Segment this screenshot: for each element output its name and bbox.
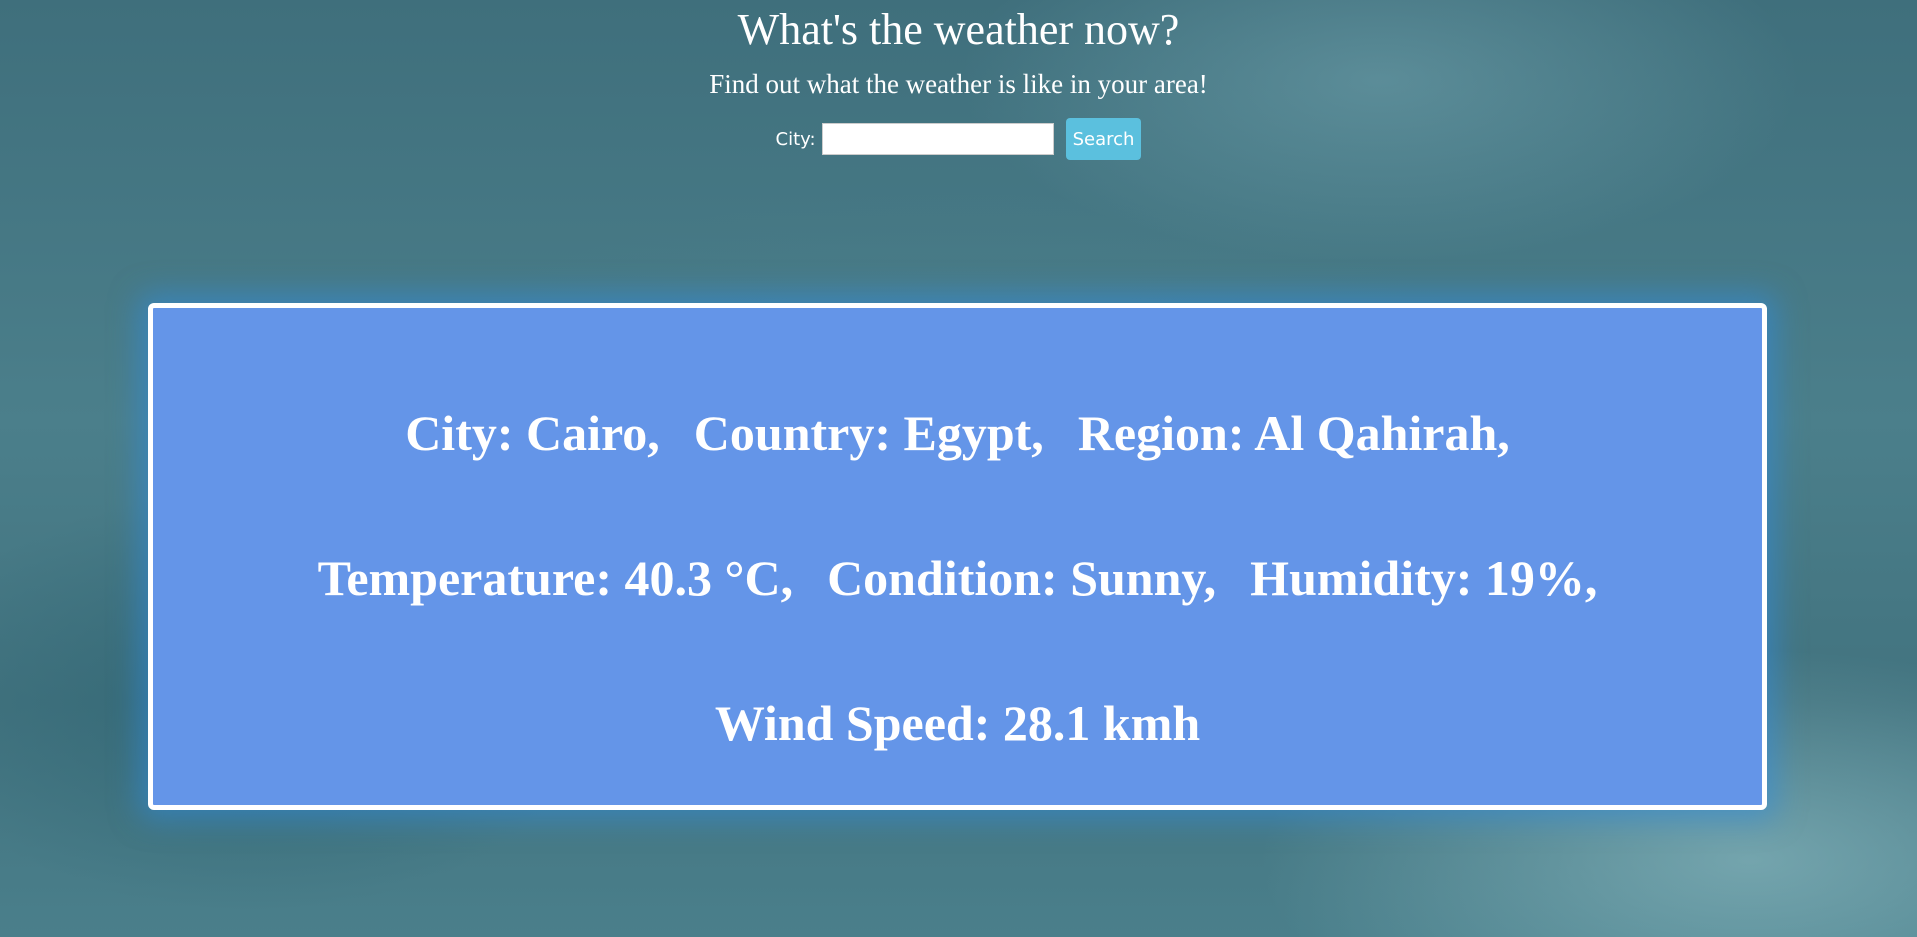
wind-line: Wind Speed: 28.1 kmh (153, 693, 1762, 753)
search-button[interactable]: Search (1065, 118, 1142, 160)
location-line: City: Cairo, Country: Egypt, Region: Al Qa… (153, 403, 1762, 463)
page-header: What's the weather now? Find out what th… (0, 0, 1917, 160)
condition-value: Condition: Sunny, (827, 550, 1217, 606)
conditions-line: Temperature: 40.3 °C, Condition: Sunny, Hu… (153, 548, 1762, 608)
city-value: City: Cairo, (405, 405, 660, 461)
humidity-value: Humidity: 19%, (1250, 550, 1598, 606)
wind-speed-value: Wind Speed: 28.1 kmh (714, 695, 1201, 751)
region-value: Region: Al Qahirah, (1077, 405, 1510, 461)
city-input[interactable] (821, 123, 1054, 155)
temperature-value: Temperature: 40.3 °C, (317, 550, 794, 606)
country-value: Country: Egypt, (693, 405, 1044, 461)
search-form: City: Search (0, 118, 1917, 160)
page-title: What's the weather now? (737, 5, 1180, 54)
city-label: City: (775, 128, 816, 150)
page-subtitle: Find out what the weather is like in you… (709, 69, 1208, 99)
weather-result-card: City: Cairo, Country: Egypt, Region: Al Qa… (148, 303, 1767, 810)
